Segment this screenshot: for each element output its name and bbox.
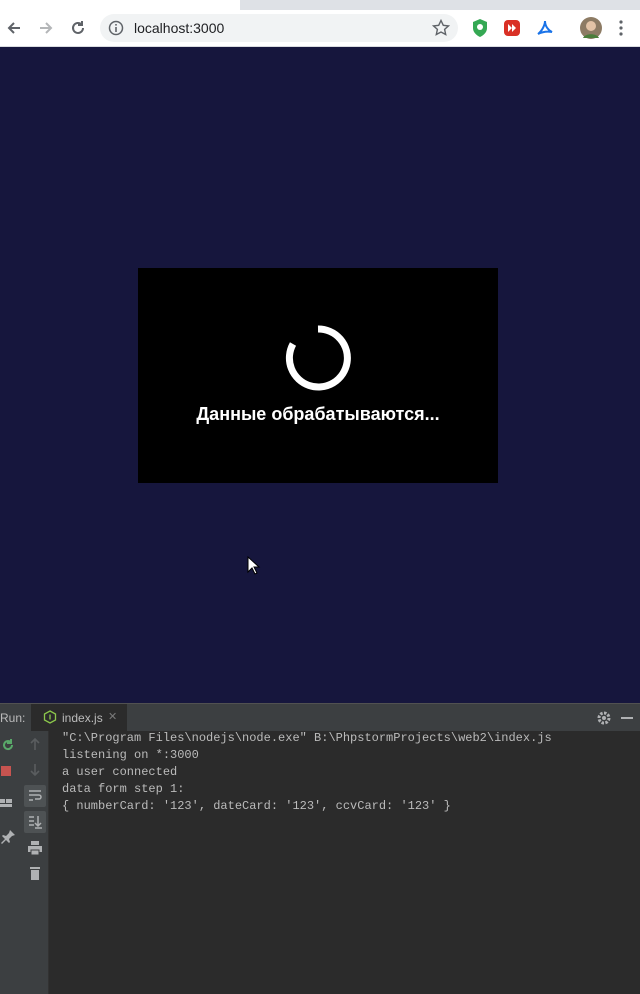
console-line: { numberCard: '123', dateCard: '123', cc… bbox=[62, 799, 451, 813]
stop-icon[interactable] bbox=[0, 763, 16, 779]
back-button[interactable] bbox=[2, 16, 26, 40]
loading-modal: Данные обрабатываются... bbox=[138, 268, 498, 483]
console-output[interactable]: "C:\Program Files\nodejs\node.exe" B:\Ph… bbox=[49, 731, 640, 994]
run-label: Run: bbox=[0, 711, 26, 725]
site-info-icon[interactable] bbox=[108, 20, 124, 36]
scroll-to-end-icon bbox=[29, 816, 42, 829]
media-extension-icon[interactable] bbox=[502, 18, 522, 38]
tab-index-js[interactable]: index.js ✕ bbox=[31, 704, 127, 731]
rerun-icon[interactable] bbox=[0, 737, 16, 753]
reload-icon bbox=[72, 21, 84, 34]
run-actions-toolbar bbox=[0, 731, 22, 994]
forward-arrow-icon bbox=[40, 22, 53, 34]
menu-dots-icon[interactable] bbox=[618, 18, 624, 38]
trash-icon[interactable] bbox=[27, 865, 43, 881]
nodejs-icon bbox=[43, 710, 57, 724]
print-icon[interactable] bbox=[27, 840, 43, 856]
loading-message: Данные обрабатываются... bbox=[196, 404, 440, 424]
tab-strip-background bbox=[240, 0, 640, 10]
loading-spinner-icon bbox=[285, 325, 351, 391]
console-line: "C:\Program Files\nodejs\node.exe" B:\Ph… bbox=[62, 731, 552, 745]
profile-avatar[interactable] bbox=[579, 16, 603, 40]
page-content: Данные обрабатываются... bbox=[0, 47, 640, 703]
acrobat-extension-icon[interactable] bbox=[535, 18, 555, 38]
gear-icon[interactable] bbox=[596, 710, 612, 726]
console-line: listening on *:3000 bbox=[62, 748, 199, 762]
mouse-cursor-icon bbox=[247, 556, 261, 575]
tab-close-icon[interactable]: ✕ bbox=[108, 710, 117, 723]
forward-button[interactable] bbox=[34, 16, 58, 40]
soft-wrap-button[interactable] bbox=[24, 785, 46, 807]
console-line: data form step 1: bbox=[62, 782, 185, 796]
reload-button[interactable] bbox=[66, 16, 90, 40]
soft-wrap-icon bbox=[29, 790, 42, 801]
layout-icon[interactable] bbox=[0, 795, 16, 811]
scroll-to-end-button[interactable] bbox=[24, 811, 46, 833]
browser-toolbar: localhost:3000 bbox=[0, 10, 640, 47]
scroll-up-icon[interactable] bbox=[27, 736, 43, 752]
url-text[interactable]: localhost:3000 bbox=[134, 20, 224, 36]
tab-strip bbox=[0, 0, 640, 10]
minimize-icon[interactable] bbox=[621, 717, 633, 719]
tab-label: index.js bbox=[62, 711, 103, 725]
shield-extension-icon[interactable] bbox=[470, 18, 490, 38]
console-line: a user connected bbox=[62, 765, 178, 779]
address-bar[interactable]: localhost:3000 bbox=[100, 14, 458, 42]
pin-icon[interactable] bbox=[0, 829, 16, 845]
console-toolbar bbox=[22, 731, 49, 994]
scroll-down-icon[interactable] bbox=[27, 762, 43, 778]
run-panel-header: Run: index.js ✕ bbox=[0, 703, 640, 731]
bookmark-star-icon[interactable] bbox=[432, 19, 450, 37]
back-arrow-icon bbox=[7, 22, 20, 34]
